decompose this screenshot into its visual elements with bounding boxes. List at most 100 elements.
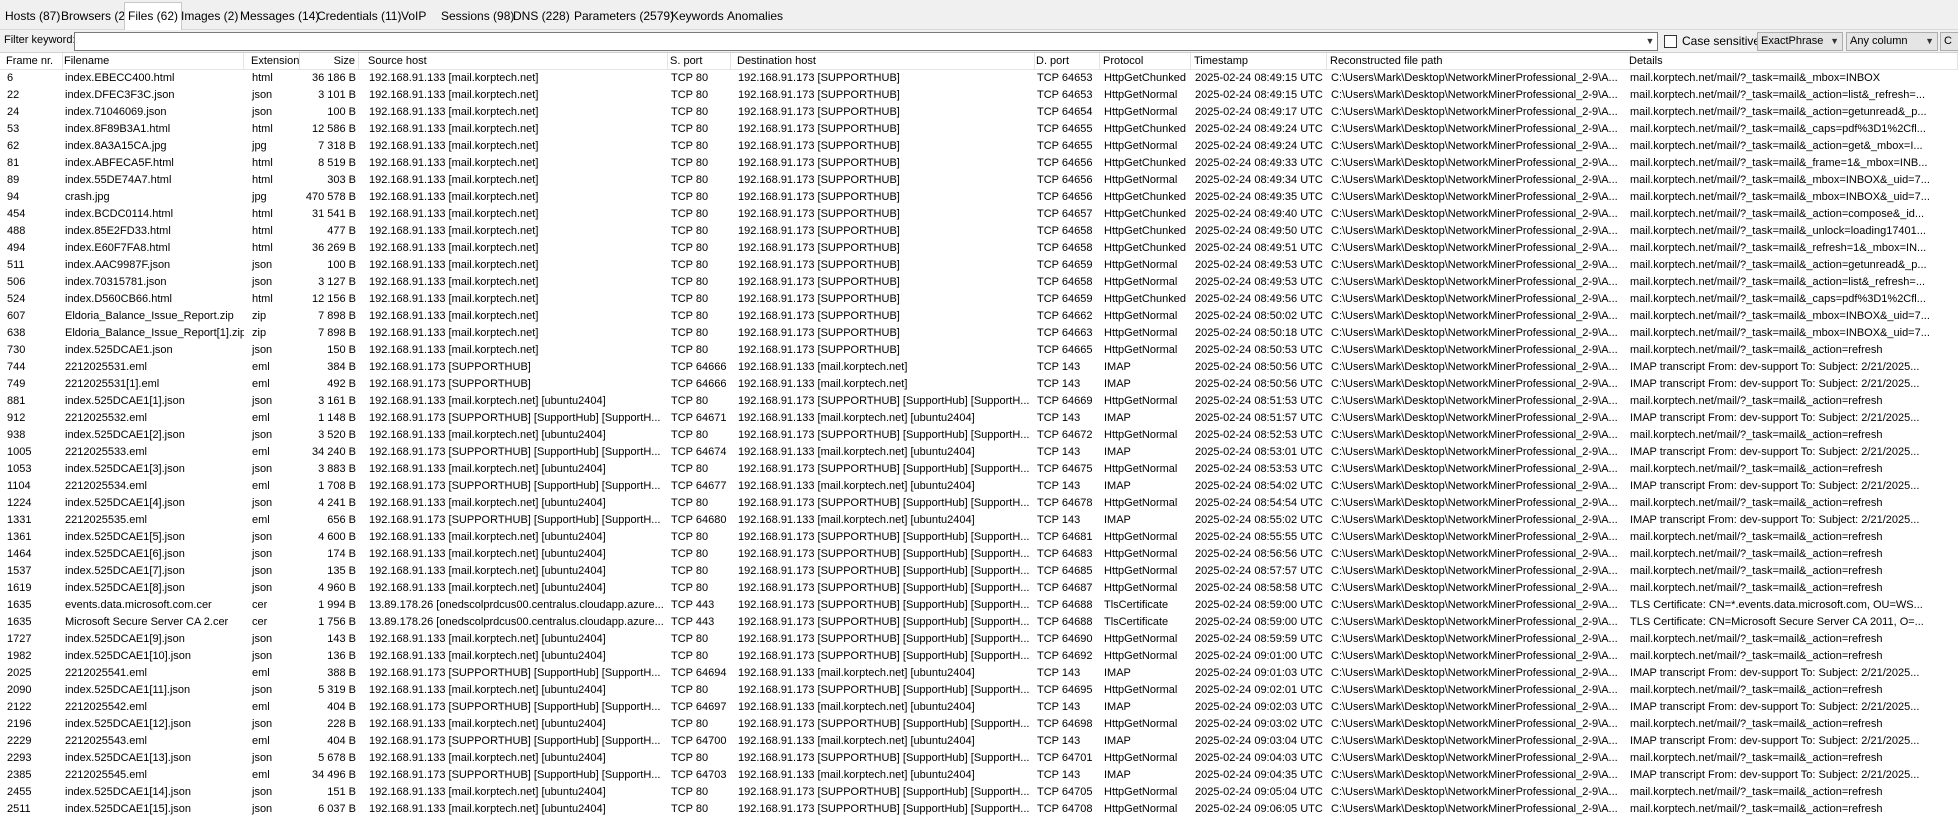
- cell-protocol: HttpGetChunked: [1104, 191, 1186, 203]
- tab-parameters[interactable]: Parameters (2579): [571, 5, 677, 29]
- column-header-filename[interactable]: Filename: [58, 53, 244, 69]
- cell-destination-port: TCP 64683: [1037, 548, 1093, 560]
- table-row[interactable]: 488 index.85E2FD33.html html 477 B 192.168.9…: [0, 223, 1958, 240]
- table-row[interactable]: 53 index.8F89B3A1.html html 12 586 B 192.168…: [0, 121, 1958, 138]
- table-row[interactable]: 749 2212025531[1].eml eml 492 B 192.168.91.1…: [0, 376, 1958, 393]
- cell-destination-host: 192.168.91.173 [SUPPORTHUB]: [738, 191, 900, 203]
- cell-destination-host: 192.168.91.173 [SUPPORTHUB] [SupportHub]…: [738, 650, 1030, 662]
- column-scope-select[interactable]: Any column ▼: [1846, 32, 1938, 51]
- column-header-source-host[interactable]: Source host: [362, 53, 668, 69]
- table-row[interactable]: 22 index.DFEC3F3C.json json 3 101 B 192.168.…: [0, 87, 1958, 104]
- column-header-destination-host[interactable]: Destination host: [731, 53, 1035, 69]
- table-row[interactable]: 89 index.55DE74A7.html html 303 B 192.168.91…: [0, 172, 1958, 189]
- table-row[interactable]: 1635 events.data.microsoft.com.cer cer 1 99…: [0, 597, 1958, 614]
- column-header-size[interactable]: Size: [300, 53, 359, 69]
- tab-hosts[interactable]: Hosts (87): [2, 5, 63, 29]
- table-row[interactable]: 1361 index.525DCAE1[5].json json 4 600 B 192…: [0, 529, 1958, 546]
- table-row[interactable]: 938 index.525DCAE1[2].json json 3 520 B 192.…: [0, 427, 1958, 444]
- table-row[interactable]: 607 Eldoria_Balance_Issue_Report.zip zip 7 …: [0, 308, 1958, 325]
- cell-timestamp: 2025-02-24 08:59:00 UTC: [1195, 616, 1323, 628]
- cell-protocol: HttpGetChunked: [1104, 225, 1186, 237]
- table-row[interactable]: 511 index.AAC9987F.json json 100 B 192.168.9…: [0, 257, 1958, 274]
- match-mode-select[interactable]: ExactPhrase ▼: [1757, 32, 1843, 51]
- clear-filter-button[interactable]: C: [1940, 32, 1958, 51]
- table-row[interactable]: 744 2212025531.eml eml 384 B 192.168.91.173 …: [0, 359, 1958, 376]
- cell-source-port: TCP 443: [671, 599, 715, 611]
- table-row[interactable]: 1619 index.525DCAE1[8].json json 4 960 B 192…: [0, 580, 1958, 597]
- cell-destination-host: 192.168.91.173 [SUPPORTHUB] [SupportHub]…: [738, 429, 1030, 441]
- tab-sessions[interactable]: Sessions (98): [438, 5, 517, 29]
- table-row[interactable]: 494 index.E60F7FA8.html html 36 269 B 192.16…: [0, 240, 1958, 257]
- cell-file-path: C:\Users\Mark\Desktop\NetworkMinerProfes…: [1331, 752, 1618, 764]
- table-row[interactable]: 2025 2212025541.eml eml 388 B 192.168.91.173…: [0, 665, 1958, 682]
- column-header-file-path[interactable]: Reconstructed file path: [1324, 53, 1631, 69]
- cell-destination-host: 192.168.91.173 [SUPPORTHUB]: [738, 174, 900, 186]
- tab-browsers[interactable]: Browsers (2): [58, 5, 132, 29]
- column-header-frame[interactable]: Frame nr.: [0, 53, 63, 69]
- table-row[interactable]: 1331 2212025535.eml eml 656 B 192.168.91.173…: [0, 512, 1958, 529]
- cell-destination-port: TCP 64659: [1037, 293, 1093, 305]
- table-row[interactable]: 1005 2212025533.eml eml 34 240 B 192.168.91.…: [0, 444, 1958, 461]
- cell-source-port: TCP 80: [671, 548, 709, 560]
- cell-filename: index.525DCAE1[7].json: [65, 565, 185, 577]
- table-row[interactable]: 6 index.EBECC400.html html 36 186 B 192.168.…: [0, 70, 1958, 87]
- table-row[interactable]: 506 index.70315781.json json 3 127 B 192.168…: [0, 274, 1958, 291]
- tab-voip[interactable]: VoIP: [398, 5, 429, 29]
- tab-images[interactable]: Images (2): [178, 5, 241, 29]
- table-row[interactable]: 454 index.BCDC0114.html html 31 541 B 192.16…: [0, 206, 1958, 223]
- tab-files[interactable]: Files (62): [124, 2, 183, 30]
- case-sensitive-checkbox[interactable]: [1664, 35, 1677, 48]
- column-header-extension[interactable]: Extension: [245, 53, 300, 69]
- table-row[interactable]: 2455 index.525DCAE1[14].json json 151 B 192.…: [0, 784, 1958, 801]
- table-row[interactable]: 2090 index.525DCAE1[11].json json 5 319 B 19…: [0, 682, 1958, 699]
- table-row[interactable]: 524 index.D560CB66.html html 12 156 B 192.16…: [0, 291, 1958, 308]
- cell-protocol: HttpGetNormal: [1104, 429, 1178, 441]
- cell-frame: 94: [7, 191, 20, 203]
- table-row[interactable]: 2293 index.525DCAE1[13].json json 5 678 B 19…: [0, 750, 1958, 767]
- cell-size: 492 B: [327, 378, 356, 390]
- chevron-down-icon[interactable]: ▼: [1643, 34, 1657, 48]
- column-header-timestamp[interactable]: Timestamp: [1188, 53, 1327, 69]
- tab-messages[interactable]: Messages (14): [237, 5, 322, 29]
- table-row[interactable]: 881 index.525DCAE1[1].json json 3 161 B 192.…: [0, 393, 1958, 410]
- column-header-protocol[interactable]: Protocol: [1097, 53, 1191, 69]
- tab-credentials[interactable]: Credentials (11): [314, 5, 404, 29]
- table-row[interactable]: 1464 index.525DCAE1[6].json json 174 B 192.1…: [0, 546, 1958, 563]
- cell-extension: json: [252, 633, 273, 645]
- cell-protocol: HttpGetNormal: [1104, 786, 1178, 798]
- table-row[interactable]: 638 Eldoria_Balance_Issue_Report[1].zip zi…: [0, 325, 1958, 342]
- column-header-destination-port[interactable]: D. port: [1030, 53, 1100, 69]
- table-row[interactable]: 1224 index.525DCAE1[4].json json 4 241 B 192…: [0, 495, 1958, 512]
- cell-frame: 1005: [7, 446, 32, 458]
- table-row[interactable]: 2385 2212025545.eml eml 34 496 B 192.168.91.…: [0, 767, 1958, 784]
- column-header-source-port[interactable]: S. port: [664, 53, 731, 69]
- table-row[interactable]: 730 index.525DCAE1.json json 150 B 192.168.9…: [0, 342, 1958, 359]
- tab-anomalies[interactable]: Anomalies: [724, 5, 786, 29]
- cell-size: 384 B: [327, 361, 356, 373]
- cell-filename: index.525DCAE1[15].json: [65, 803, 191, 815]
- table-row[interactable]: 1537 index.525DCAE1[7].json json 135 B 192.1…: [0, 563, 1958, 580]
- table-row[interactable]: 912 2212025532.eml eml 1 148 B 192.168.91.17…: [0, 410, 1958, 427]
- table-row[interactable]: 24 index.71046069.json json 100 B 192.168.91…: [0, 104, 1958, 121]
- cell-extension: cer: [252, 616, 268, 628]
- cell-details: mail.korptech.net/mail/?_task=mail&_acti…: [1630, 803, 1883, 815]
- tab-keywords[interactable]: Keywords: [668, 5, 727, 29]
- table-row[interactable]: 81 index.ABFECA5F.html html 8 519 B 192.168.…: [0, 155, 1958, 172]
- filter-keyword-input[interactable]: [74, 32, 1658, 51]
- table-row[interactable]: 62 index.8A3A15CA.jpg jpg 7 318 B 192.168.91…: [0, 138, 1958, 155]
- table-row[interactable]: 2511 index.525DCAE1[15].json json 6 037 B 19…: [0, 801, 1958, 816]
- cell-file-path: C:\Users\Mark\Desktop\NetworkMinerProfes…: [1331, 786, 1618, 798]
- table-row[interactable]: 2196 index.525DCAE1[12].json json 228 B 192.…: [0, 716, 1958, 733]
- cell-protocol: HttpGetNormal: [1104, 497, 1178, 509]
- table-row[interactable]: 2122 2212025542.eml eml 404 B 192.168.91.173…: [0, 699, 1958, 716]
- table-row[interactable]: 1635 Microsoft Secure Server CA 2.cer cer 1…: [0, 614, 1958, 631]
- table-row[interactable]: 1053 index.525DCAE1[3].json json 3 883 B 192…: [0, 461, 1958, 478]
- table-row[interactable]: 94 crash.jpg jpg 470 578 B 192.168.91.133 [m…: [0, 189, 1958, 206]
- tab-dns[interactable]: DNS (228): [510, 5, 573, 29]
- table-row[interactable]: 1727 index.525DCAE1[9].json json 143 B 192.1…: [0, 631, 1958, 648]
- table-row[interactable]: 1104 2212025534.eml eml 1 708 B 192.168.91.1…: [0, 478, 1958, 495]
- table-row[interactable]: 1982 index.525DCAE1[10].json json 136 B 192.…: [0, 648, 1958, 665]
- column-header-details[interactable]: Details: [1623, 53, 1958, 69]
- cell-file-path: C:\Users\Mark\Desktop\NetworkMinerProfes…: [1331, 531, 1618, 543]
- table-row[interactable]: 2229 2212025543.eml eml 404 B 192.168.91.173…: [0, 733, 1958, 750]
